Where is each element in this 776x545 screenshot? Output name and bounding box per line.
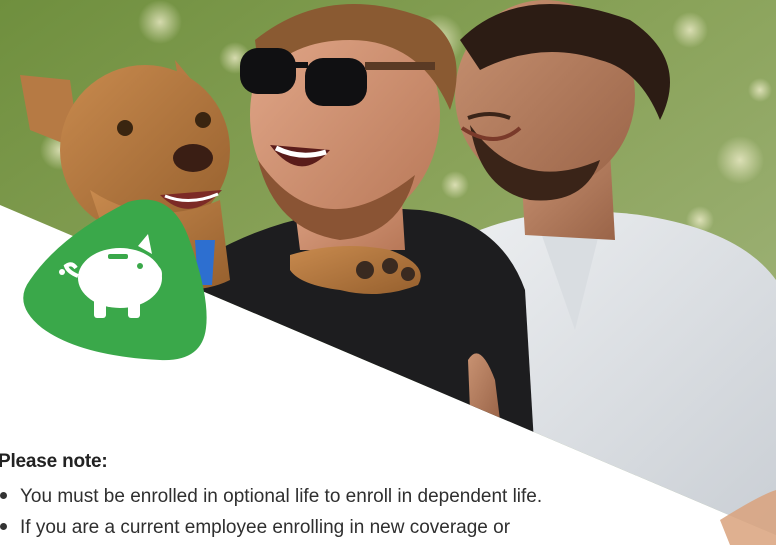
benefits-page: Please note: You must be enrolled in opt… — [0, 0, 776, 545]
note-list: You must be enrolled in optional life to… — [0, 481, 720, 543]
bullet-icon — [0, 492, 7, 499]
note-item-current-employee: If you are a current employee enrolling … — [0, 512, 720, 543]
note-item-text: If you are a current employee enrolling … — [20, 517, 511, 538]
piggy-bank-badge — [23, 199, 207, 361]
note-item-optional-life: You must be enrolled in optional life to… — [0, 481, 720, 512]
bullet-icon — [0, 523, 7, 530]
note-item-text: You must be enrolled in optional life to… — [20, 486, 543, 507]
note-heading: Please note: — [0, 451, 108, 472]
